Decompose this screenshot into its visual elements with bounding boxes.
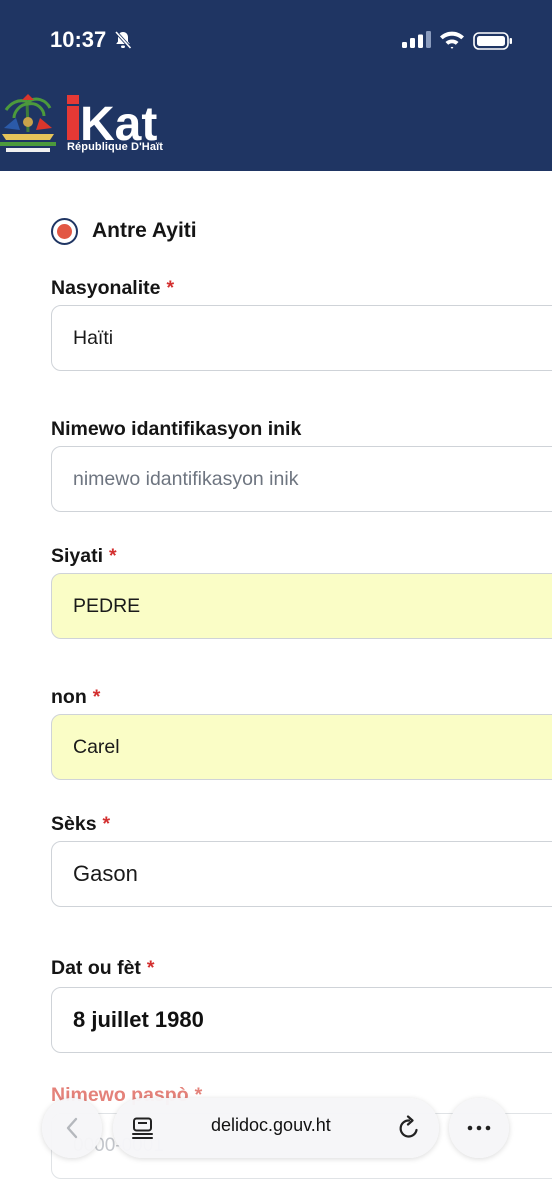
radio-option-antre-ayiti[interactable]: Antre Ayiti [51,216,197,246]
birth-date-value: 8 juillet 1980 [73,1007,204,1032]
required-asterisk: * [92,686,101,708]
first-name-input[interactable]: Carel [51,714,552,780]
surname-input[interactable]: PEDRE [51,573,552,639]
radio-label: Antre Ayiti [92,219,197,242]
nin-label: Nimewo idantifikasyon inik [51,418,302,440]
battery-icon [473,32,512,50]
surname-label: Siyati * [51,545,117,567]
back-button[interactable] [42,1098,102,1158]
chevron-left-icon [66,1117,78,1139]
url-text: delidoc.gouv.ht [211,1115,331,1135]
status-time: 10:37 [50,27,107,52]
cellular-signal-icon [402,31,431,48]
required-asterisk: * [109,545,117,567]
ellipsis-icon [467,1125,491,1131]
haiti-coat-of-arms-logo [0,94,56,152]
nin-input[interactable]: nimewo idantifikasyon inik [51,446,552,512]
birth-date-label: Dat ou fèt * [51,957,155,979]
logo-subtitle: République D'Haït [67,141,163,153]
more-options-button[interactable] [449,1098,509,1158]
surname-value: PEDRE [73,594,141,617]
nationality-select[interactable]: Haïti [51,305,552,371]
nationality-value: Haïti [73,326,114,349]
wifi-icon [440,31,464,49]
first-name-value: Carel [73,735,120,758]
birth-date-picker[interactable]: 8 juillet 1980 [51,987,552,1053]
nationality-label: Nasyonalite * [51,277,175,299]
radio-selected-dot [57,223,72,239]
address-bar[interactable]: delidoc.gouv.ht [113,1098,439,1158]
bell-muted-icon [114,30,132,50]
first-name-label: non * [51,686,101,708]
required-asterisk: * [102,813,111,835]
browser-toolbar: delidoc.gouv.ht [0,1092,552,1162]
logo-text: Kat [80,98,157,145]
app-header: 10:37 Kat République D'Haït [0,0,552,171]
required-asterisk: * [166,277,175,299]
ikat-logo: Kat [67,95,157,145]
nin-placeholder: nimewo idantifikasyon inik [73,467,299,490]
required-asterisk: * [146,957,155,979]
tabs-icon[interactable] [131,1117,155,1139]
sex-value: Gason [73,861,138,886]
sex-select[interactable]: Gason [51,841,552,907]
sex-label: Sèks * [51,813,111,835]
reload-icon[interactable] [397,1115,421,1141]
radio-button[interactable] [51,217,78,245]
